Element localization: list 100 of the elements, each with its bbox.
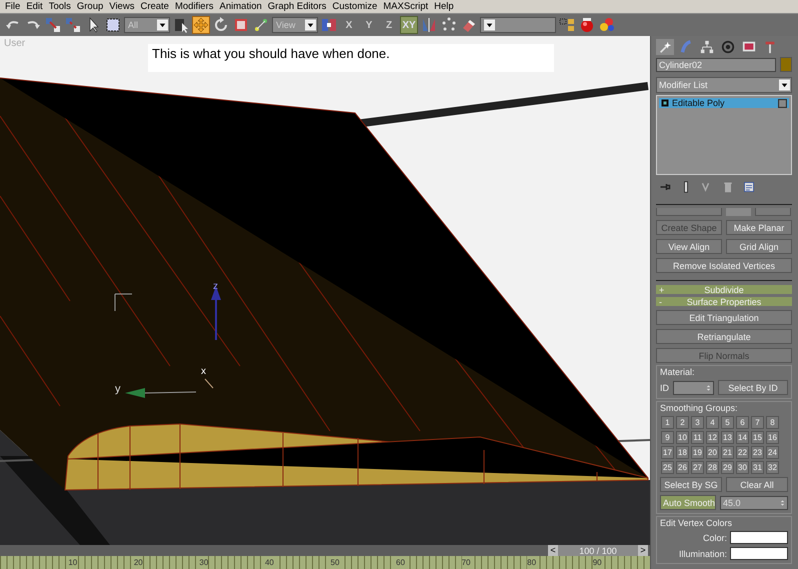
smoothing-group-button[interactable]: 2 — [676, 416, 689, 429]
expand-icon[interactable] — [661, 99, 669, 107]
viewport-label[interactable]: User — [4, 38, 26, 49]
rollout-title: Surface Properties — [686, 296, 762, 306]
smoothing-group-button[interactable]: 4 — [706, 416, 719, 429]
next-frame-button[interactable]: > — [638, 545, 648, 556]
select-by-sg-button[interactable]: Select By SG — [660, 477, 722, 492]
menu-item[interactable]: Customize — [329, 0, 380, 12]
id-label: ID — [660, 382, 669, 392]
menu-item[interactable]: Graph Editors — [264, 0, 330, 12]
menu-item[interactable]: Edit — [23, 0, 46, 12]
caret-icon — [484, 19, 495, 31]
smoothing-group-button[interactable]: 16 — [766, 431, 779, 444]
modifier-list-dropdown[interactable]: Modifier List — [656, 77, 792, 93]
panel-tab[interactable] — [698, 39, 716, 55]
modifier-stack[interactable]: Editable Poly — [656, 95, 792, 175]
smoothing-group-button[interactable]: 27 — [691, 461, 704, 474]
panel-tab[interactable] — [719, 39, 737, 55]
rollout-header[interactable]: + Subdivide — [656, 285, 792, 294]
smoothing-group-button[interactable]: 10 — [676, 431, 689, 444]
axis-constraint-button[interactable]: Z — [380, 16, 398, 34]
smoothing-group-button[interactable]: 18 — [676, 446, 689, 459]
smoothing-group-button[interactable]: 17 — [661, 446, 674, 459]
track-bar[interactable]: 10 20 30 40 50 60 70 80 90 — [0, 556, 650, 569]
axis-constraint-button[interactable]: XY — [400, 16, 418, 34]
previous-frame-button[interactable]: < — [548, 545, 558, 556]
smoothing-group-button[interactable]: 5 — [721, 416, 734, 429]
ruler-label: 10 — [68, 556, 78, 569]
smoothing-group-button[interactable]: 7 — [751, 416, 764, 429]
dropdown[interactable]: View — [272, 17, 318, 33]
smoothing-group-button[interactable]: 23 — [751, 446, 764, 459]
smoothing-group-button[interactable]: 3 — [691, 416, 704, 429]
menu-item[interactable]: Tools — [46, 0, 74, 12]
menu-item[interactable]: Views — [106, 0, 138, 12]
smoothing-group-button[interactable]: 30 — [736, 461, 749, 474]
axis-constraint-button[interactable]: X — [340, 16, 358, 34]
toggle-icon[interactable] — [778, 98, 787, 108]
clear-all-button[interactable]: Clear All — [726, 477, 788, 492]
smoothing-group-button[interactable]: 1 — [661, 416, 674, 429]
display-monitor-icon — [742, 40, 756, 54]
rollout-header[interactable]: - Surface Properties — [656, 297, 792, 306]
object-color-swatch[interactable] — [780, 57, 792, 72]
smoothing-group-button[interactable]: 31 — [751, 461, 764, 474]
create-wand-icon — [658, 40, 672, 54]
viewport[interactable]: z y x User This is what you should have when done. — [0, 36, 650, 545]
smoothing-group-button[interactable]: 26 — [676, 461, 689, 474]
panel-tab[interactable] — [656, 39, 674, 55]
color-swatch[interactable] — [730, 547, 788, 560]
smoothing-group-button[interactable]: 9 — [661, 431, 674, 444]
ruler-label: 80 — [527, 556, 536, 569]
object-name-field[interactable]: Cylinder02 — [656, 58, 776, 72]
smoothing-group-button[interactable]: 8 — [766, 416, 779, 429]
id-spinner[interactable] — [673, 380, 714, 394]
auto-smooth-button[interactable]: Auto Smooth — [660, 495, 716, 510]
smoothing-group-button[interactable]: 15 — [751, 431, 764, 444]
color-swatch[interactable] — [730, 531, 788, 544]
threshold-spinner[interactable]: 45.0 — [720, 496, 788, 510]
smoothing-group-button[interactable]: 32 — [766, 461, 779, 474]
group-title: Edit Vertex Colors — [660, 518, 734, 528]
caret-icon — [779, 79, 790, 91]
menu-item[interactable]: Create — [137, 0, 172, 12]
menu-item[interactable]: Help — [431, 0, 457, 12]
panel-button[interactable]: Grid Align — [726, 239, 792, 254]
menu-item[interactable]: Group — [74, 0, 106, 12]
panel-button[interactable]: Remove Isolated Vertices — [656, 258, 792, 273]
configure-sets-icon[interactable] — [743, 181, 755, 193]
menu-item[interactable]: Animation — [216, 0, 265, 12]
stack-item[interactable]: Editable Poly — [659, 98, 789, 108]
ruler-label: 90 — [592, 556, 602, 569]
smoothing-group-button[interactable]: 13 — [721, 431, 734, 444]
rollout-sign: - — [659, 296, 663, 306]
rollout-title: Subdivide — [703, 284, 745, 294]
smoothing-group-button[interactable]: 19 — [691, 446, 704, 459]
axis-constraint-button[interactable]: Y — [360, 16, 378, 34]
smoothing-group-button[interactable]: 20 — [706, 446, 719, 459]
select-by-id-button[interactable]: Select By ID — [718, 380, 788, 395]
smoothing-group-button[interactable]: 28 — [706, 461, 719, 474]
panel-button[interactable]: Retriangulate — [656, 329, 792, 344]
smoothing-group-button[interactable]: 12 — [706, 431, 719, 444]
caret-icon — [305, 19, 316, 31]
panel-button[interactable]: View Align — [656, 239, 722, 254]
menu-item[interactable]: File — [2, 0, 24, 12]
smoothing-group-button[interactable]: 25 — [661, 461, 674, 474]
smoothing-group-button[interactable]: 22 — [736, 446, 749, 459]
menu-item[interactable]: MAXScript — [380, 0, 432, 12]
panel-button[interactable]: Make Planar — [726, 220, 792, 235]
smoothing-group-button[interactable]: 29 — [721, 461, 734, 474]
menu-item[interactable]: Modifiers — [172, 0, 217, 12]
panel-button[interactable]: Edit Triangulation — [656, 310, 792, 325]
modify-bend-icon — [679, 40, 693, 54]
instruction-note: This is what you should have when done. — [148, 44, 554, 72]
dropdown[interactable]: All — [124, 17, 170, 33]
smoothing-group-button[interactable]: 24 — [766, 446, 779, 459]
smoothing-group-button[interactable]: 11 — [691, 431, 704, 444]
smoothing-group-button[interactable]: 21 — [721, 446, 734, 459]
pin-icon[interactable] — [659, 181, 671, 193]
time-slider-thumb[interactable]: < 100 / 100 > — [548, 545, 648, 556]
dropdown[interactable] — [480, 17, 556, 33]
smoothing-group-button[interactable]: 14 — [736, 431, 749, 444]
smoothing-group-button[interactable]: 6 — [736, 416, 749, 429]
